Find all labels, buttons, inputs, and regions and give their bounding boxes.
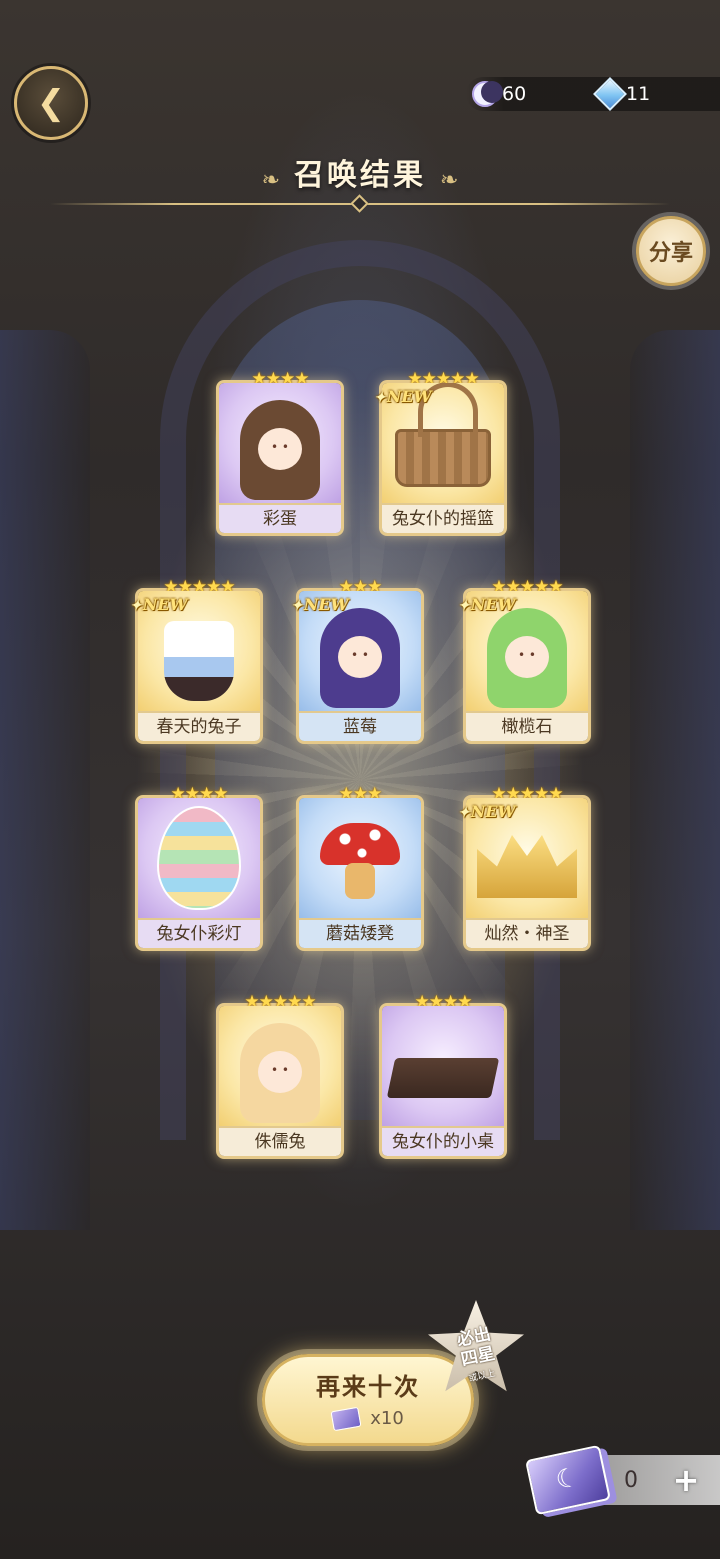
card-art (382, 1006, 504, 1126)
result-card[interactable]: ★★★★★ 侏儒兔 (216, 992, 344, 1159)
ticket-counter: 0 + (596, 1455, 720, 1505)
page-title: 召唤结果 (294, 158, 426, 193)
result-card[interactable]: NEW ★★★★★ 橄榄石 (463, 577, 591, 744)
card-name: 彩蛋 (219, 503, 341, 533)
new-badge: NEW (374, 387, 432, 406)
result-card[interactable]: NEW ★★★★★ 春天的兔子 (135, 577, 263, 744)
easter-egg-icon (157, 806, 241, 910)
card-name: 春天的兔子 (138, 711, 260, 741)
result-card[interactable]: ★★★★ 彩蛋 (216, 369, 344, 536)
title-bar: ❧ 召唤结果 ❧ (0, 150, 720, 194)
result-card[interactable]: NEW ★★★ 蓝莓 (296, 577, 424, 744)
crystal-currency: 11 (593, 77, 651, 111)
left-pillar (0, 330, 90, 1230)
summon-cost: x10 (265, 1406, 471, 1431)
result-card[interactable]: NEW ★★★★★ 兔女仆的摇篮 (379, 369, 507, 536)
title-ornament-left-icon: ❧ (261, 168, 280, 193)
card-art (219, 1006, 341, 1126)
title-ornament-right-icon: ❧ (440, 168, 459, 193)
new-badge: NEW (130, 595, 188, 614)
moon-currency-value: 60 (502, 83, 527, 105)
card-name: 兔女仆的小桌 (382, 1126, 504, 1156)
result-card[interactable]: ★★★★ 兔女仆的小桌 (379, 992, 507, 1159)
bunny-cake-icon (164, 621, 234, 701)
crystal-currency-value: 11 (626, 83, 651, 105)
character-icon (320, 608, 400, 708)
summon-again-button[interactable]: 再来十次 x10 (262, 1354, 474, 1446)
moon-icon (472, 81, 503, 107)
guarantee-text: 必出 四星 或以上 (442, 1321, 513, 1392)
crystal-icon (593, 77, 627, 111)
basket-icon (395, 383, 491, 487)
summon-cost-value: x10 (370, 1408, 404, 1429)
ticket-icon (330, 1406, 362, 1431)
result-card[interactable]: ★★★★ 兔女仆彩灯 (135, 784, 263, 951)
share-button[interactable]: 分享 (636, 216, 706, 286)
card-art (299, 798, 421, 918)
new-badge: NEW (458, 595, 516, 614)
back-button[interactable]: ❮ (14, 66, 88, 140)
card-name: 侏儒兔 (219, 1126, 341, 1156)
card-name: 兔女仆彩灯 (138, 918, 260, 948)
card-name: 灿然・神圣 (466, 918, 588, 948)
card-name: 蓝莓 (299, 711, 421, 741)
result-card[interactable]: NEW ★★★★★ 灿然・神圣 (463, 784, 591, 951)
right-pillar (630, 330, 720, 1230)
new-badge: NEW (291, 595, 349, 614)
card-name: 蘑菇矮凳 (299, 918, 421, 948)
card-art (219, 383, 341, 503)
card-art (138, 798, 260, 918)
character-icon (240, 400, 320, 500)
card-name: 橄榄石 (466, 711, 588, 741)
result-card[interactable]: ★★★ 蘑菇矮凳 (296, 784, 424, 951)
summon-again-label: 再来十次 (316, 1373, 420, 1401)
back-arrow-icon: ❮ (36, 83, 66, 123)
mushroom-icon (315, 813, 405, 903)
character-icon (487, 608, 567, 708)
card-name: 兔女仆的摇篮 (382, 503, 504, 533)
crown-icon (477, 835, 577, 898)
new-badge: NEW (458, 802, 516, 821)
moon-currency: 60 (472, 77, 526, 111)
add-ticket-button[interactable]: + (666, 1461, 706, 1499)
table-icon (386, 1058, 500, 1098)
character-icon (240, 1023, 320, 1123)
